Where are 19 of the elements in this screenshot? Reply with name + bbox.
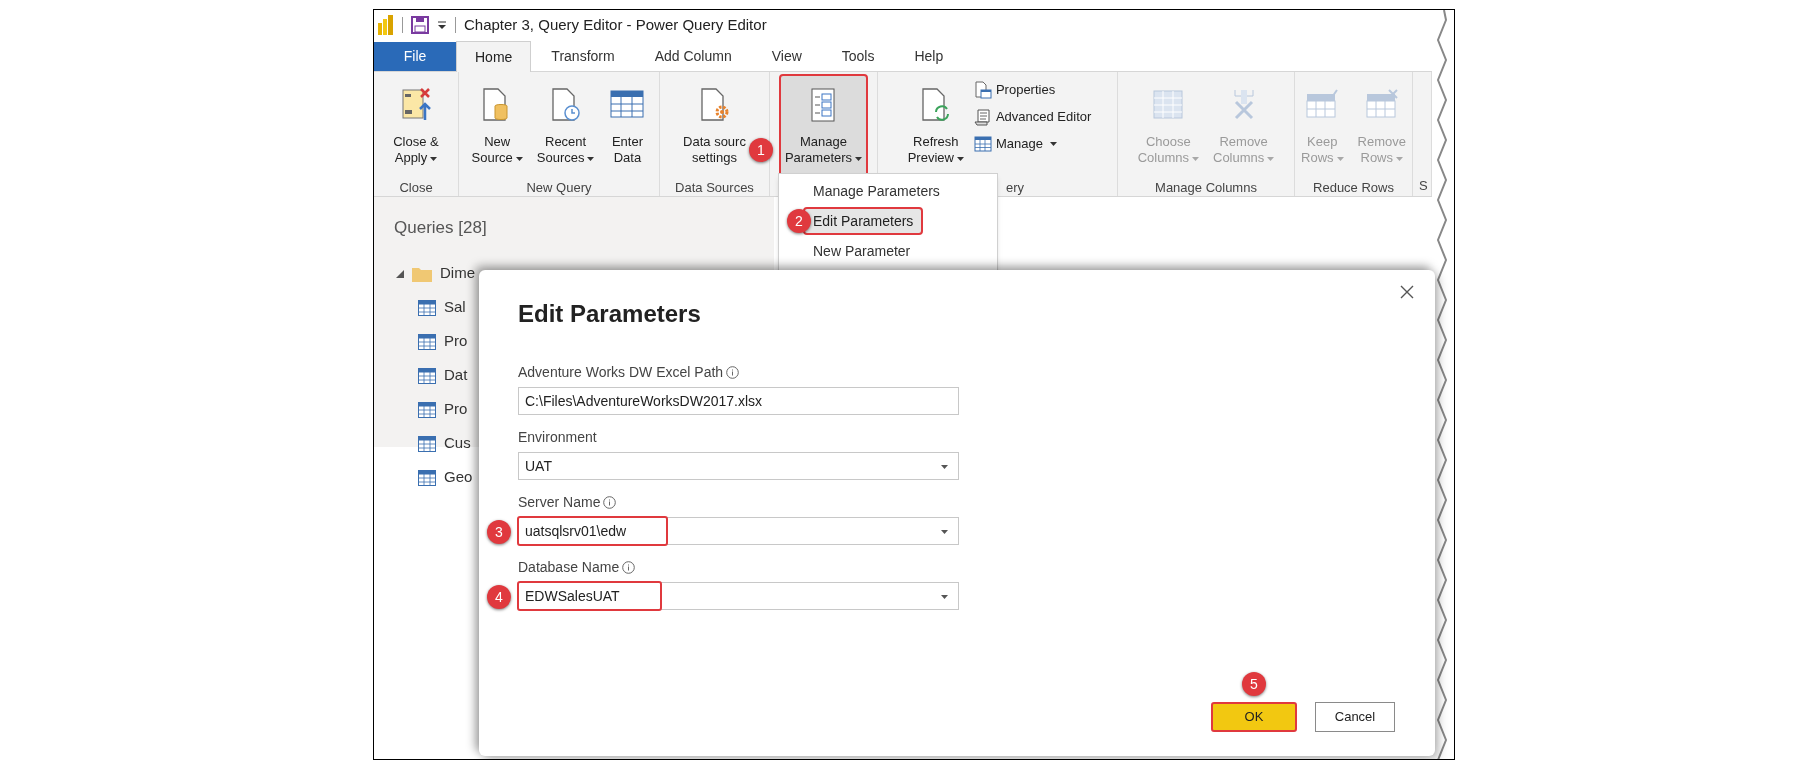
field-label: Database Name: [518, 558, 620, 577]
window-title: Chapter 3, Query Editor - Power Query Editor: [464, 14, 767, 35]
ribbon-group-label: Close: [399, 179, 433, 197]
ribbon-group-label: Reduce Rows: [1313, 179, 1394, 197]
field-label: Adventure Works DW Excel Path: [518, 363, 724, 382]
ribbon-group-label: New Query: [526, 179, 592, 197]
step-number-badge: 1: [748, 138, 773, 162]
queries-pane-title: Queries [28]: [394, 218, 487, 237]
step-number-badge: 5: [1242, 672, 1266, 696]
ribbon-group-label: Manage Columns: [1155, 179, 1257, 197]
step-number-badge: 2: [787, 209, 811, 233]
field-label: Server Name: [518, 493, 601, 512]
ribbon-group-label: ery: [1006, 179, 1025, 197]
ribbon-group-label: Data Sources: [675, 179, 754, 197]
ribbon-group-label: S: [1419, 177, 1428, 195]
dialog-title: Edit Parameters: [518, 299, 702, 329]
step-number-badge: 4: [487, 585, 511, 609]
step-number-badge: 3: [487, 520, 511, 544]
field-label: Environment: [518, 428, 597, 447]
